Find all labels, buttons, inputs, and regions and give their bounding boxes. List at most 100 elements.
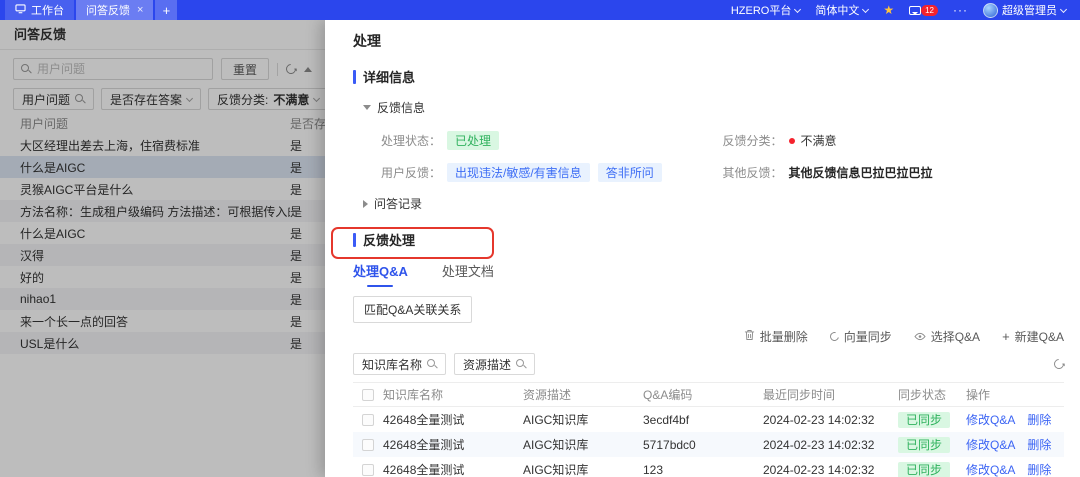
process-drawer: 处理 详细信息 反馈信息 处理状态： 已处理 反馈分类： 不满意 用户反馈： 出…: [325, 20, 1080, 477]
chevron-down-icon: [862, 5, 870, 13]
new-qa-button[interactable]: + 新建Q&A: [1002, 328, 1064, 345]
column-header: 同步状态: [898, 388, 947, 402]
table-row[interactable]: 灵猴AIGC平台是什么 是: [0, 178, 325, 200]
table-row[interactable]: 42648全量测试 AIGC知识库 5717bdc0 2024-02-23 14…: [353, 432, 1064, 457]
table-row[interactable]: USL是什么 是: [0, 332, 325, 354]
notifications-button[interactable]: 12: [909, 4, 938, 16]
refresh-icon[interactable]: [283, 61, 299, 77]
checkbox[interactable]: [362, 413, 374, 426]
app-window: 工作台 问答反馈 × + HZERO平台 简体中文 ★ 12 ··· 超级管理员…: [0, 0, 1080, 477]
qa-record-toggle[interactable]: 问答记录: [363, 195, 1064, 212]
language-menu[interactable]: 简体中文: [815, 2, 870, 18]
table-row[interactable]: 方法名称：生成租户级编码 方法描述：可根据传入的编码规则自动生... 是: [0, 200, 325, 222]
question-table-header: 用户问题 是否存在答案: [0, 112, 350, 134]
favorites-button[interactable]: ★: [883, 4, 894, 16]
filter-category-value: 不满意: [273, 92, 310, 107]
red-dot-icon: [788, 137, 795, 144]
qa-record-label: 问答记录: [374, 197, 423, 211]
qa-toolbar: 批量删除 向量同步 选择Q&A + 新建Q&A: [353, 328, 1064, 345]
filter-chip-question[interactable]: 用户问题: [13, 88, 95, 110]
more-menu-button[interactable]: ···: [953, 3, 968, 17]
question-cell: 大区经理出差去上海，住宿费标准: [20, 138, 201, 153]
reset-button[interactable]: 重置: [220, 58, 269, 80]
batch-delete-button[interactable]: 批量删除: [744, 328, 808, 345]
qa-code-cell: 5717bdc0: [643, 437, 696, 452]
checkbox[interactable]: [362, 388, 374, 401]
sync-status-cell: 已同步: [898, 411, 966, 428]
column-header: 最近同步时间: [763, 388, 836, 402]
process-tabs: 处理Q&A 处理文档: [353, 261, 1064, 287]
tab-process-doc[interactable]: 处理文档: [442, 261, 494, 287]
tab-process-qa[interactable]: 处理Q&A: [353, 261, 408, 287]
collapse-up-icon[interactable]: [304, 66, 312, 72]
vector-sync-button[interactable]: 向量同步: [828, 328, 892, 345]
table-row[interactable]: 来一个长一点的回答 是: [0, 310, 325, 332]
page-title: 问答反馈: [0, 20, 325, 50]
edit-qa-link[interactable]: 修改Q&A: [966, 436, 1015, 453]
column-header: 操作: [966, 388, 991, 402]
filter-chip-category[interactable]: 反馈分类: 不满意: [208, 88, 329, 110]
search-box[interactable]: [13, 58, 213, 80]
select-qa-button[interactable]: 选择Q&A: [914, 328, 980, 345]
delete-link[interactable]: 删除: [1027, 436, 1051, 453]
workbench-tab[interactable]: 工作台: [5, 0, 74, 20]
edit-qa-link[interactable]: 修改Q&A: [966, 411, 1015, 428]
search-input[interactable]: [37, 62, 205, 76]
table-row[interactable]: 大区经理出差去上海，住宿费标准 是: [0, 134, 325, 156]
refresh-icon[interactable]: [1051, 356, 1067, 372]
delete-link[interactable]: 删除: [1027, 411, 1051, 428]
table-row[interactable]: 汉得 是: [0, 244, 325, 266]
search-icon: [516, 359, 526, 369]
table-row[interactable]: 42648全量测试 AIGC知识库 3ecdf4bf 2024-02-23 14…: [353, 407, 1064, 432]
checkbox[interactable]: [362, 438, 374, 451]
detail-section-header: 详细信息: [353, 67, 1064, 86]
actions-cell: 修改Q&A 删除: [966, 461, 1064, 477]
edit-qa-link[interactable]: 修改Q&A: [966, 461, 1015, 477]
delete-link[interactable]: 删除: [1027, 461, 1051, 477]
vector-sync-label: 向量同步: [843, 330, 892, 344]
table-row-selected[interactable]: 什么是AIGC 是: [0, 156, 325, 178]
table-row[interactable]: nihao1 是: [0, 288, 325, 310]
tab-qa-feedback[interactable]: 问答反馈 ×: [76, 0, 154, 20]
search-icon: [427, 359, 437, 369]
user-menu[interactable]: 超级管理员: [983, 2, 1068, 18]
batch-delete-label: 批量删除: [759, 330, 808, 344]
section-bar: [353, 69, 356, 84]
avatar: [983, 2, 998, 18]
username-label: 超级管理员: [1002, 5, 1057, 17]
sync-status-cell: 已同步: [898, 461, 966, 477]
filter-chip-resource-desc[interactable]: 资源描述: [454, 353, 536, 375]
triangle-down-icon: [363, 105, 371, 110]
column-header: 资源描述: [523, 388, 572, 402]
new-tab-button[interactable]: +: [155, 0, 178, 20]
filter-chip-has-answer[interactable]: 是否存在答案: [101, 88, 202, 110]
platform-menu[interactable]: HZERO平台: [730, 2, 802, 18]
triangle-right-icon: [363, 199, 368, 208]
sync-icon: [828, 330, 841, 343]
table-row[interactable]: 42648全量测试 AIGC知识库 123 2024-02-23 14:02:3…: [353, 457, 1064, 477]
feedback-tags: 出现违法/敏感/有害信息 答非所问: [447, 163, 662, 182]
feedback-tag: 答非所问: [597, 163, 662, 182]
field-other-feedback: 其他反馈： 其他反馈信息巴拉巴拉巴拉: [723, 163, 1065, 182]
qa-table: 知识库名称 资源描述 Q&A编码 最近同步时间 同步状态 操作 42648全量测…: [353, 382, 1064, 477]
close-icon[interactable]: ×: [137, 4, 143, 16]
table-row[interactable]: 什么是AIGC 是: [0, 222, 325, 244]
checkbox[interactable]: [362, 463, 374, 476]
feedback-fields: 处理状态： 已处理 反馈分类： 不满意 用户反馈： 出现违法/敏感/有害信息 答…: [381, 131, 1064, 182]
filter-chip-kb-name[interactable]: 知识库名称: [353, 353, 447, 375]
question-cell: 汉得: [20, 248, 45, 263]
kb-name-cell: 42648全量测试: [383, 463, 465, 477]
status-badge: 已处理: [447, 131, 500, 150]
table-row[interactable]: 好的 是: [0, 266, 325, 288]
match-qa-relation-button[interactable]: 匹配Q&A关联关系: [353, 296, 473, 323]
field-process-status: 处理状态： 已处理: [381, 131, 723, 150]
process-section-header: 反馈处理: [353, 230, 1064, 249]
field-label: 反馈分类：: [722, 134, 783, 148]
platform-label: HZERO平台: [730, 5, 792, 17]
question-cell: 什么是AIGC: [20, 226, 86, 241]
feedback-info-toggle[interactable]: 反馈信息: [363, 99, 1064, 116]
status-badge: 已同步: [898, 462, 951, 477]
sync-time-cell: 2024-02-23 14:02:32: [763, 462, 875, 477]
feedback-info-label: 反馈信息: [377, 101, 426, 115]
kb-name-chip-label: 知识库名称: [362, 357, 423, 372]
